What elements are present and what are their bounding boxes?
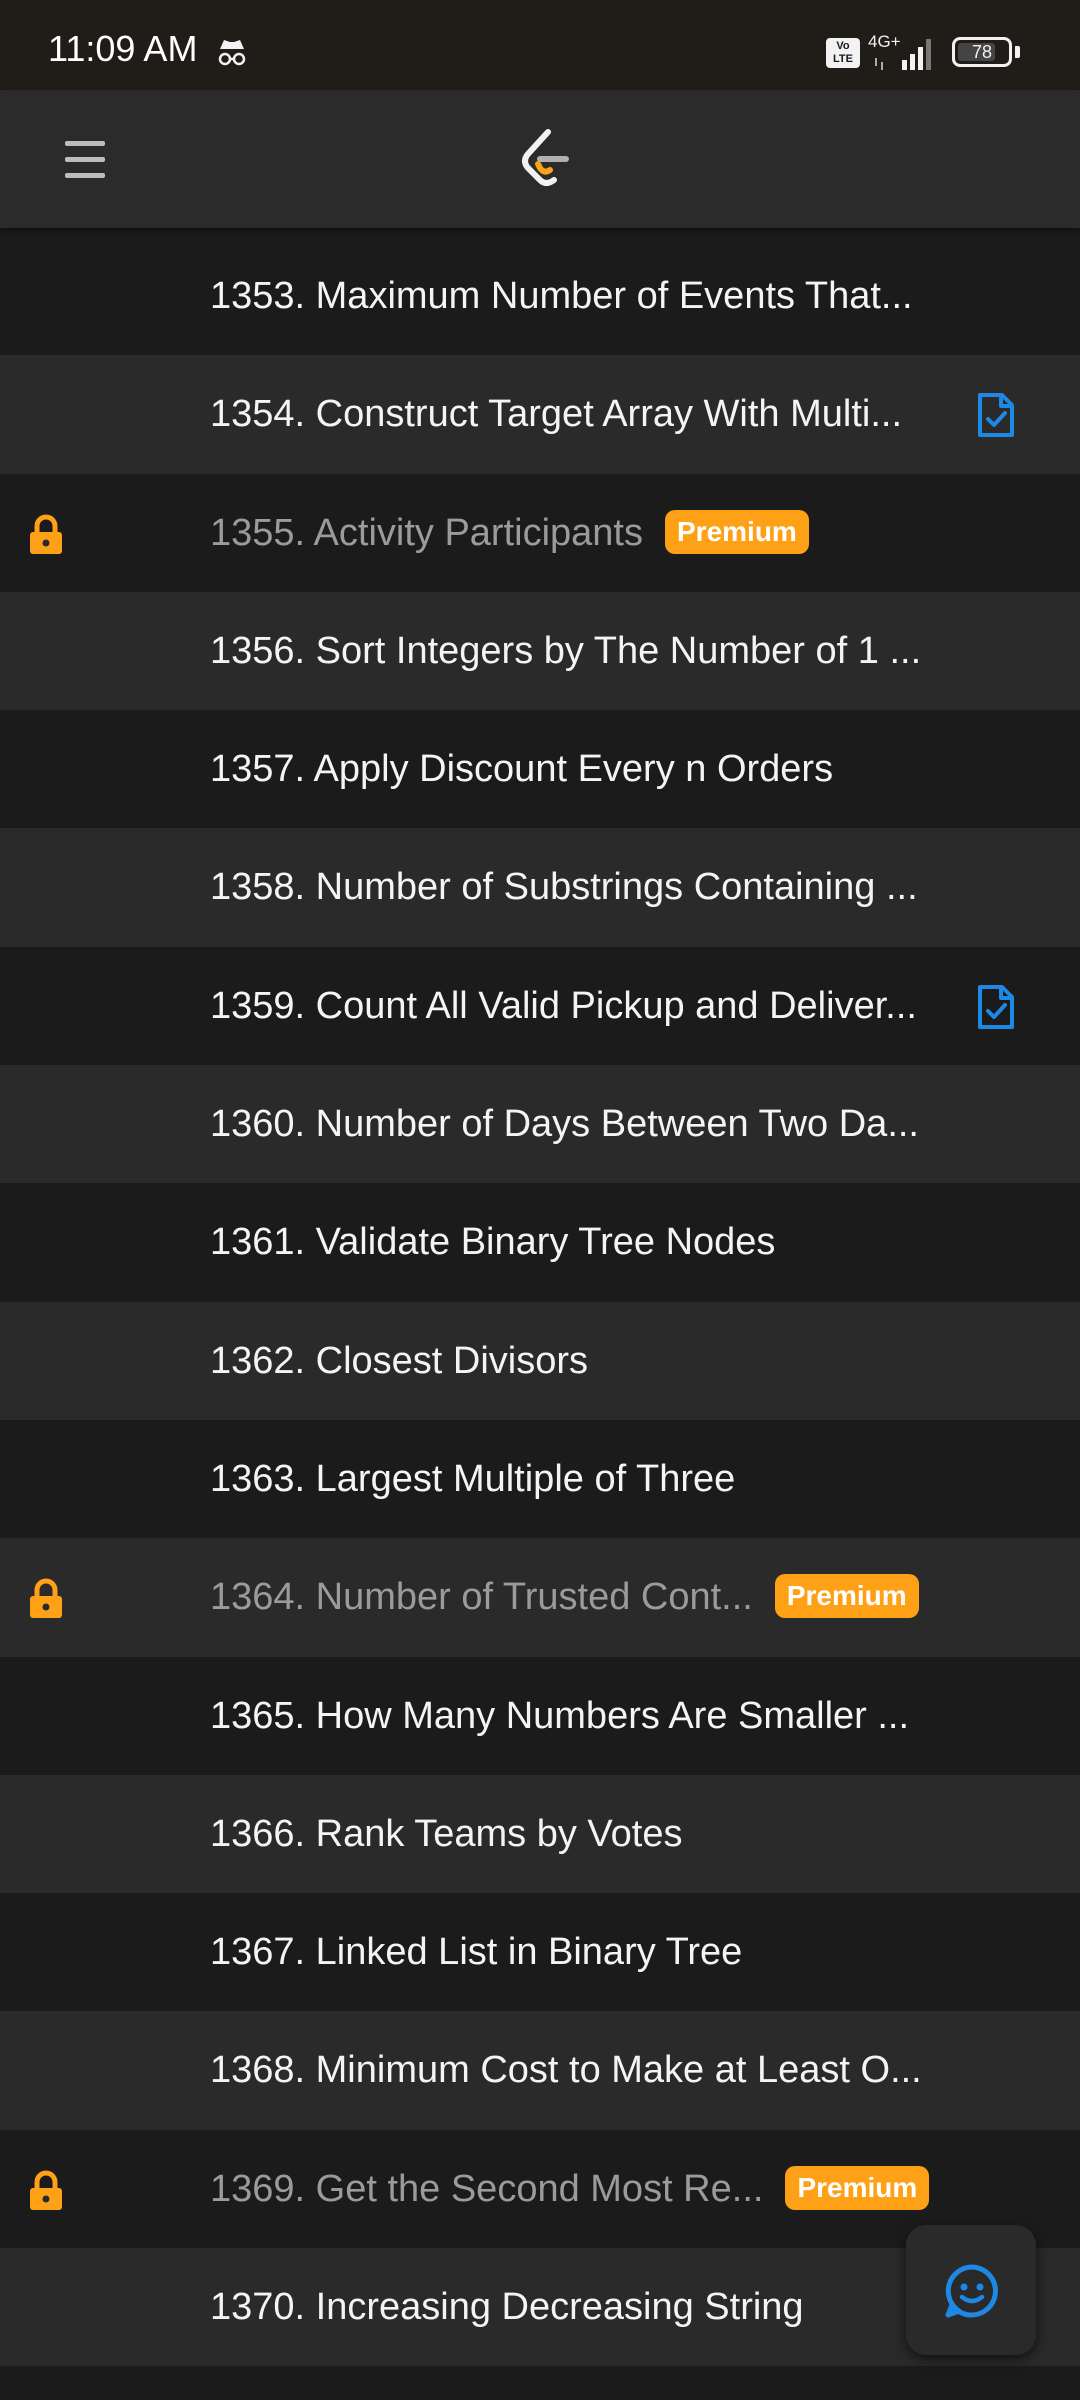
problem-row-container: 1353. Maximum Number of Events That... bbox=[210, 237, 913, 355]
problem-title: 1357. Apply Discount Every n Orders bbox=[210, 748, 834, 791]
problem-row[interactable]: 1362. Closest Divisors bbox=[0, 1301, 1080, 1420]
problem-title: 1360. Number of Days Between Two Da... bbox=[210, 1103, 919, 1146]
lock-icon bbox=[30, 1578, 62, 1619]
battery-icon: 78 bbox=[952, 37, 1012, 67]
problem-row[interactable]: 1354. Construct Target Array With Multi.… bbox=[0, 355, 1080, 474]
problem-title: 1355. Activity Participants bbox=[210, 511, 643, 554]
problem-title: 1367. Linked List in Binary Tree bbox=[210, 1931, 743, 1974]
volte-icon: Vo LTE bbox=[826, 38, 860, 68]
problem-title: 1362. Closest Divisors bbox=[210, 1339, 589, 1382]
problem-title: 1361. Validate Binary Tree Nodes bbox=[210, 1221, 776, 1264]
problem-row[interactable]: 1365. How Many Numbers Are Smaller ... bbox=[0, 1656, 1080, 1775]
problem-row-container: 1356. Sort Integers by The Number of 1 .… bbox=[210, 592, 921, 710]
problem-row[interactable]: 1355. Activity Participants Premium bbox=[0, 473, 1080, 592]
problem-title: 1363. Largest Multiple of Three bbox=[210, 1457, 736, 1500]
problem-row[interactable]: 1359. Count All Valid Pickup and Deliver… bbox=[0, 946, 1080, 1066]
problem-row[interactable]: 1357. Apply Discount Every n Orders bbox=[0, 710, 1080, 829]
problem-row[interactable]: 1356. Sort Integers by The Number of 1 .… bbox=[0, 591, 1080, 711]
problem-row[interactable]: 1363. Largest Multiple of Three bbox=[0, 1419, 1080, 1539]
problem-row[interactable]: 1364. Number of Trusted Cont... Premium bbox=[0, 1538, 1080, 1657]
feedback-smiley-icon bbox=[945, 2264, 998, 2318]
problem-row-container: 1360. Number of Days Between Two Da... bbox=[210, 1065, 919, 1183]
signal-strength-icon bbox=[875, 39, 931, 70]
problem-title: 1358. Number of Substrings Containing ..… bbox=[210, 866, 918, 909]
problem-title: 1359. Count All Valid Pickup and Deliver… bbox=[210, 984, 917, 1027]
problem-title: 1356. Sort Integers by The Number of 1 .… bbox=[210, 629, 922, 672]
premium-badge: Premium bbox=[665, 509, 809, 554]
problem-row-container: 1357. Apply Discount Every n Orders bbox=[210, 710, 833, 828]
problem-row-container: 1366. Rank Teams by Votes bbox=[210, 1775, 682, 1893]
problem-list: 1353. Maximum Number of Events That... 13… bbox=[0, 237, 1080, 2367]
status-bar: 11:09 AM Vo LTE 4G+ 78 bbox=[0, 0, 1080, 90]
problem-title: 1368. Minimum Cost to Make at Least O... bbox=[210, 2049, 922, 2092]
problem-row-container: 1355. Activity Participants Premium bbox=[210, 474, 809, 592]
problem-title: 1364. Number of Trusted Cont... bbox=[210, 1576, 753, 1619]
problem-title: 1365. How Many Numbers Are Smaller ... bbox=[210, 1694, 910, 1737]
solved-document-check-icon[interactable] bbox=[976, 391, 1016, 439]
problem-row[interactable]: 1361. Validate Binary Tree Nodes bbox=[0, 1183, 1080, 1302]
problem-row[interactable]: 1358. Number of Substrings Containing ..… bbox=[0, 828, 1080, 947]
feedback-button[interactable] bbox=[906, 2225, 1036, 2355]
problem-title: 1366. Rank Teams by Votes bbox=[210, 1812, 683, 1855]
problem-row[interactable]: 1368. Minimum Cost to Make at Least O... bbox=[0, 2011, 1080, 2130]
problem-row[interactable]: 1360. Number of Days Between Two Da... bbox=[0, 1065, 1080, 1184]
problem-row-container: 1370. Increasing Decreasing String bbox=[210, 2248, 804, 2366]
problem-title: 1370. Increasing Decreasing String bbox=[210, 2286, 804, 2329]
problem-row-container: 1363. Largest Multiple of Three bbox=[210, 1420, 735, 1538]
problem-row-container: 1369. Get the Second Most Re... Premium bbox=[210, 2130, 930, 2248]
problem-row-container: 1367. Linked List in Binary Tree bbox=[210, 1893, 742, 2011]
problem-row-container: 1368. Minimum Cost to Make at Least O... bbox=[210, 2011, 922, 2129]
status-time: 11:09 AM bbox=[48, 28, 198, 69]
problem-row-container: 1358. Number of Substrings Containing ..… bbox=[210, 828, 918, 946]
problem-title: 1353. Maximum Number of Events That... bbox=[210, 275, 913, 317]
problem-row[interactable]: 1353. Maximum Number of Events That... bbox=[0, 237, 1080, 356]
incognito-icon bbox=[218, 40, 246, 66]
premium-badge: Premium bbox=[774, 1574, 919, 1619]
lock-icon bbox=[30, 514, 62, 554]
battery-level: 78 bbox=[971, 42, 993, 62]
lock-icon bbox=[30, 2170, 62, 2210]
solved-document-check-icon[interactable] bbox=[976, 983, 1016, 1031]
problem-row[interactable]: 1366. Rank Teams by Votes bbox=[0, 1774, 1080, 1894]
battery-tip bbox=[1015, 46, 1020, 58]
premium-badge: Premium bbox=[785, 2165, 930, 2210]
problem-row[interactable]: 1367. Linked List in Binary Tree bbox=[0, 1893, 1080, 2012]
problem-row-container: 1354. Construct Target Array With Multi.… bbox=[210, 355, 902, 473]
problem-row-container: 1364. Number of Trusted Cont... Premium bbox=[210, 1538, 919, 1656]
problem-title: 1354. Construct Target Array With Multi.… bbox=[210, 393, 903, 436]
problem-row-container: 1359. Count All Valid Pickup and Deliver… bbox=[210, 947, 917, 1065]
problem-row-container: 1362. Closest Divisors bbox=[210, 1302, 588, 1420]
problem-row-container: 1365. How Many Numbers Are Smaller ... bbox=[210, 1657, 909, 1775]
hamburger-menu-icon[interactable] bbox=[56, 126, 114, 192]
leetcode-logo-icon[interactable] bbox=[510, 124, 580, 194]
app-header bbox=[0, 90, 1080, 228]
problem-row-container: 1361. Validate Binary Tree Nodes bbox=[210, 1183, 775, 1301]
problem-title: 1369. Get the Second Most Re... bbox=[210, 2167, 764, 2210]
